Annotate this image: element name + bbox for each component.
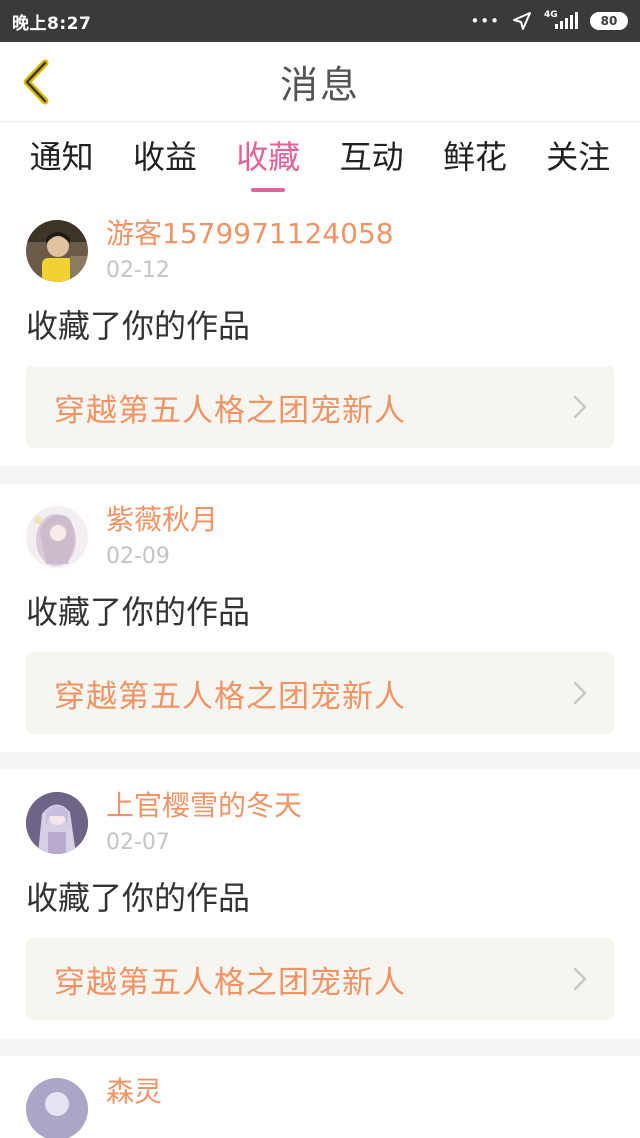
message-card: 紫薇秋月 02-09 收藏了你的作品 穿越第五人格之团宠新人 bbox=[0, 484, 640, 752]
location-arrow-icon bbox=[513, 12, 531, 30]
message-date: 02-09 bbox=[106, 544, 170, 569]
back-button[interactable] bbox=[12, 56, 60, 108]
username[interactable]: 紫薇秋月 bbox=[106, 502, 218, 538]
work-title: 穿越第五人格之团宠新人 bbox=[54, 964, 406, 1001]
avatar[interactable] bbox=[26, 1078, 88, 1138]
more-dots-icon: ••• bbox=[470, 11, 500, 30]
tab-label: 收藏 bbox=[236, 138, 301, 176]
message-list: 游客1579971124058 02-12 收藏了你的作品 穿越第五人格之团宠新… bbox=[0, 198, 640, 1138]
tab-follow[interactable]: 关注 bbox=[528, 132, 628, 192]
page-title: 消息 bbox=[279, 63, 360, 107]
status-bar: 晚上8:27 ••• 4G 80 bbox=[0, 0, 640, 42]
work-link[interactable]: 穿越第五人格之团宠新人 bbox=[26, 652, 614, 734]
message-tabs: 通知 收益 收藏 互动 鲜花 关注 bbox=[0, 122, 640, 198]
action-text: 收藏了你的作品 bbox=[26, 593, 251, 631]
avatar[interactable] bbox=[26, 220, 88, 282]
tab-label: 鲜花 bbox=[442, 138, 507, 176]
avatar[interactable] bbox=[26, 792, 88, 854]
tab-label: 关注 bbox=[546, 138, 611, 176]
chevron-right-icon bbox=[573, 681, 587, 705]
tab-label: 互动 bbox=[339, 138, 404, 176]
work-title: 穿越第五人格之团宠新人 bbox=[54, 392, 406, 429]
message-date: 02-12 bbox=[106, 258, 170, 283]
tab-favorites[interactable]: 收藏 bbox=[218, 132, 318, 192]
cell-signal-icon: 4G bbox=[544, 10, 578, 31]
message-date: 02-07 bbox=[106, 830, 170, 855]
message-card: 游客1579971124058 02-12 收藏了你的作品 穿越第五人格之团宠新… bbox=[0, 198, 640, 466]
tab-earnings[interactable]: 收益 bbox=[115, 132, 215, 192]
message-card: 森灵 bbox=[0, 1056, 640, 1138]
chevron-right-icon bbox=[573, 967, 587, 991]
page-header: 消息 bbox=[0, 42, 640, 122]
tab-flowers[interactable]: 鲜花 bbox=[425, 132, 525, 192]
action-text: 收藏了你的作品 bbox=[26, 307, 251, 345]
status-time: 晚上8:27 bbox=[12, 13, 92, 34]
battery-level: 80 bbox=[600, 14, 618, 28]
chevron-right-icon bbox=[573, 395, 587, 419]
username[interactable]: 游客1579971124058 bbox=[106, 216, 394, 252]
message-card: 上官樱雪的冬天 02-07 收藏了你的作品 穿越第五人格之团宠新人 bbox=[0, 770, 640, 1038]
battery-icon: 80 bbox=[590, 12, 628, 30]
active-tab-indicator bbox=[251, 188, 286, 192]
chevron-left-icon bbox=[23, 59, 49, 105]
username[interactable]: 上官樱雪的冬天 bbox=[106, 788, 302, 824]
tab-label: 通知 bbox=[29, 138, 94, 176]
work-link[interactable]: 穿越第五人格之团宠新人 bbox=[26, 938, 614, 1020]
work-link[interactable]: 穿越第五人格之团宠新人 bbox=[26, 366, 614, 448]
tab-notice[interactable]: 通知 bbox=[12, 132, 112, 192]
status-icons: ••• 4G 80 bbox=[470, 10, 628, 31]
tab-label: 收益 bbox=[132, 138, 197, 176]
username[interactable]: 森灵 bbox=[106, 1074, 162, 1110]
avatar[interactable] bbox=[26, 506, 88, 568]
action-text: 收藏了你的作品 bbox=[26, 879, 251, 917]
work-title: 穿越第五人格之团宠新人 bbox=[54, 678, 406, 715]
tab-interaction[interactable]: 互动 bbox=[322, 132, 422, 192]
